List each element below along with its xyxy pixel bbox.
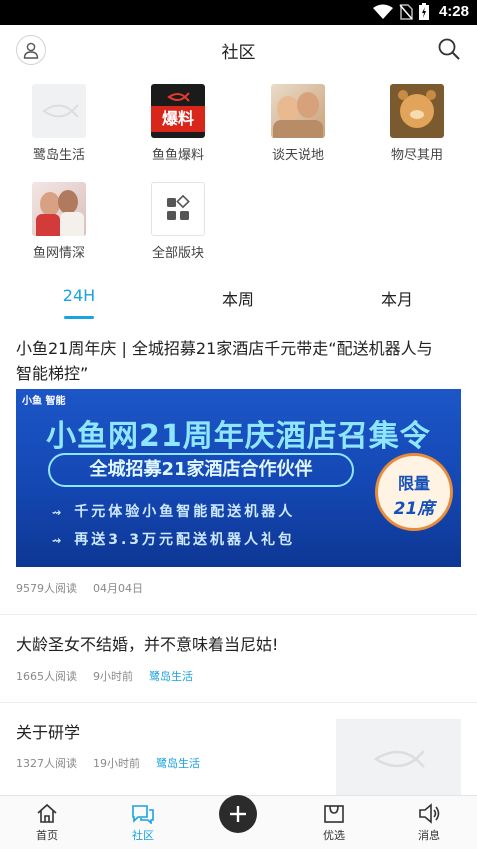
nav-selected[interactable]: 优选: [304, 802, 364, 843]
community-icon: [132, 804, 154, 824]
bag-icon: [324, 804, 344, 823]
divider: [0, 614, 477, 615]
post-title[interactable]: 大龄圣女不结婚，并不意味着当尼姑!: [16, 632, 278, 657]
speaker-icon: [419, 802, 440, 824]
fish-logo-icon: [32, 84, 86, 138]
category-label: 谈天说地: [271, 148, 324, 163]
active-tab-indicator: [64, 316, 94, 319]
post-banner-image[interactable]: 小鱼 智能 小鱼网21周年庆酒店召集令 全城招募21家酒店合作伙伴 ⇝ 千元体验小…: [16, 389, 461, 567]
post-title[interactable]: 小鱼21周年庆 | 全城招募21家酒店千元带走“配送机器人与 智能梯控”: [16, 336, 433, 386]
read-count: 1665人阅读: [16, 670, 77, 683]
banner-line: ⇝ 千元体验小鱼智能配送机器人: [52, 504, 296, 520]
read-count: 1327人阅读: [16, 757, 77, 770]
tab-this-month[interactable]: 本月: [357, 286, 437, 310]
grid-icon: [151, 182, 205, 236]
status-time: 4:28: [438, 3, 469, 20]
category-photo: [32, 182, 86, 236]
category-romance[interactable]: 鱼网情深: [4, 182, 114, 261]
category-ludao-life[interactable]: 鹭岛生活: [4, 84, 114, 163]
category-photo: [271, 84, 325, 138]
post-meta: 1327人阅读 19小时前 鹭岛生活: [16, 755, 200, 771]
wifi-icon: [372, 4, 393, 19]
banner-headline: 小鱼网21周年庆酒店召集令: [46, 419, 431, 454]
nav-community[interactable]: 社区: [113, 802, 173, 843]
category-trade[interactable]: 物尽其用: [362, 84, 472, 163]
nav-home[interactable]: 首页: [17, 802, 77, 843]
banner-badge: 限量 21席: [375, 453, 453, 531]
search-icon[interactable]: [437, 37, 461, 61]
nav-messages[interactable]: 消息: [399, 802, 459, 843]
category-chat[interactable]: 谈天说地: [243, 84, 353, 163]
usb-icon: ⇝: [52, 506, 65, 519]
plus-icon: [230, 806, 246, 822]
page-title: 社区: [221, 43, 256, 63]
no-sim-icon: [399, 3, 413, 20]
category-label: 鱼网情深: [32, 246, 85, 261]
battery-icon: [418, 3, 429, 20]
section-tag[interactable]: 鹭岛生活: [156, 755, 200, 771]
post-time: 9小时前: [93, 670, 133, 683]
banner-brand: 小鱼 智能: [22, 396, 66, 407]
category-all-sections[interactable]: 全部版块: [123, 182, 233, 261]
post-time: 04月04日: [93, 582, 143, 595]
fish-logo-icon: [373, 750, 425, 768]
post-meta: 1665人阅读 9小时前 鹭岛生活: [16, 668, 193, 684]
category-fish-news[interactable]: 爆料 鱼鱼爆料: [123, 84, 233, 163]
read-count: 9579人阅读: [16, 582, 77, 595]
create-post-button[interactable]: [219, 795, 257, 833]
top-bar: 社区: [0, 25, 477, 73]
banner-line: ⇝ 再送3.3万元配送机器人礼包: [52, 532, 296, 548]
post-thumbnail[interactable]: [336, 719, 461, 799]
section-tag[interactable]: 鹭岛生活: [149, 668, 193, 684]
tab-this-week[interactable]: 本周: [198, 286, 278, 310]
status-bar: 4:28: [0, 0, 477, 25]
usb-icon: ⇝: [52, 534, 65, 547]
category-label: 鹭岛生活: [32, 148, 85, 163]
category-thumb: 爆料: [151, 84, 205, 138]
divider: [0, 702, 477, 703]
post-time: 19小时前: [93, 757, 140, 770]
thumb-label: 爆料: [151, 106, 205, 132]
category-label: 物尽其用: [390, 148, 443, 163]
category-label: 全部版块: [151, 246, 204, 261]
home-icon: [37, 803, 57, 823]
post-meta: 9579人阅读 04月04日: [16, 580, 143, 596]
tab-24h[interactable]: 24H: [39, 286, 119, 305]
category-label: 鱼鱼爆料: [151, 148, 204, 163]
post-title[interactable]: 关于研学: [16, 720, 80, 745]
banner-pill: 全城招募21家酒店合作伙伴: [48, 453, 354, 487]
category-photo: [390, 84, 444, 138]
